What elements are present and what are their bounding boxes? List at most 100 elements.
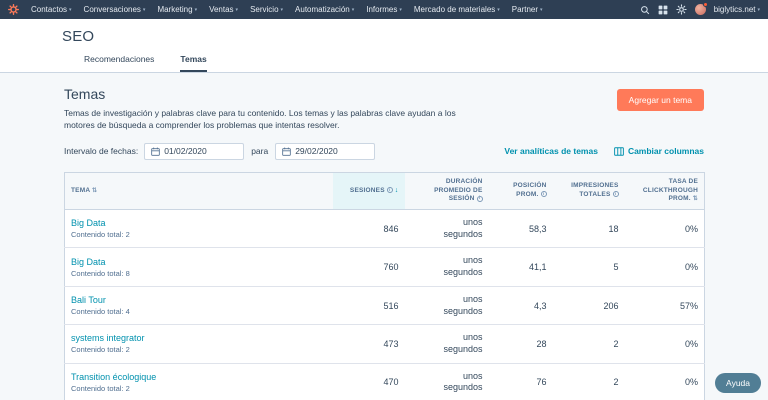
column-header-posicion[interactable]: POSICIÓN PROM. i <box>488 172 553 211</box>
date-range-label: Intervalo de fechas: <box>64 146 139 157</box>
top-navbar: Contactos ▾ Conversaciones ▾ Marketing ▾ Ve… <box>0 0 768 19</box>
tab-bar: Recomendaciones Temas <box>0 54 768 72</box>
ctr-value: 0% <box>624 324 705 364</box>
nav-item-mercado-de-materiales[interactable]: Mercado de materiales ▾ <box>408 5 506 14</box>
ctr-value: 57% <box>624 285 705 325</box>
page-header: SEO Recomendaciones Temas <box>0 19 768 73</box>
position-value: 4,3 <box>488 285 553 325</box>
topics-table: TEMA ⇅ SESIONES i ↓ DURACIÓN PROMEDIO DE… <box>64 171 705 400</box>
hubspot-logo-icon[interactable] <box>8 4 19 15</box>
chevron-down-icon: ▾ <box>757 6 760 13</box>
info-icon: i <box>612 191 619 198</box>
page-title: SEO <box>62 28 95 45</box>
chevron-down-icon: ▾ <box>497 6 500 13</box>
marketplace-grid-icon[interactable] <box>658 5 668 15</box>
change-columns-link[interactable]: Cambiar columnas <box>614 146 704 156</box>
nav-item-contactos[interactable]: Contactos ▾ <box>25 5 78 14</box>
ctr-value: 0% <box>624 247 705 287</box>
chevron-down-icon: ▾ <box>540 6 543 13</box>
notification-badge <box>702 2 708 7</box>
sessions-value: 473 <box>332 324 405 364</box>
chevron-down-icon: ▾ <box>235 6 239 13</box>
topic-link[interactable]: Bali Tour <box>71 295 106 305</box>
sort-desc-icon: ↓ <box>394 187 399 195</box>
duration-value: unos segundos <box>443 217 483 239</box>
info-icon: i <box>540 191 547 198</box>
nav-item-partner[interactable]: Partner ▾ <box>506 5 549 14</box>
chevron-down-icon: ▾ <box>142 6 146 13</box>
account-menu[interactable]: biglytics.net ▾ <box>714 5 760 14</box>
tab-temas[interactable]: Temas <box>180 54 207 72</box>
topic-link[interactable]: Big Data <box>71 218 106 228</box>
topic-link[interactable]: systems integrator <box>71 333 145 343</box>
sort-icon: ⇅ <box>92 187 98 194</box>
topic-meta: Contenido total: 8 <box>71 268 130 278</box>
position-value: 58,3 <box>528 223 547 234</box>
chevron-down-icon: ▾ <box>351 6 355 13</box>
column-header-duracion[interactable]: DURACIÓN PROMEDIO DE SESIÓN i <box>404 172 489 211</box>
column-header-tema[interactable]: TEMA ⇅ <box>64 172 333 211</box>
impressions-value: 2 <box>552 362 625 400</box>
table-row: Bali Tour Contenido total: 4 516 unos seg… <box>64 285 705 325</box>
calendar-icon <box>151 147 160 156</box>
table-row: Transition écologique Contenido total: 2 … <box>64 362 705 400</box>
user-avatar[interactable] <box>694 2 708 15</box>
position-value: 28 <box>488 324 553 364</box>
date-separator-label: para <box>251 146 269 157</box>
column-header-tasa-clickthrough[interactable]: TASA DE CLICKTHROUGH PROM. ⇅ <box>624 172 705 211</box>
search-icon[interactable] <box>640 5 650 15</box>
impressions-value: 18 <box>608 223 619 234</box>
topic-meta: Contenido total: 2 <box>71 383 130 393</box>
column-header-sesiones[interactable]: SESIONES i ↓ <box>332 172 405 211</box>
section-description: Temas de investigación y palabras clave … <box>64 108 456 130</box>
help-button[interactable]: Ayuda <box>715 373 761 393</box>
ctr-value: 0% <box>684 223 698 234</box>
add-topic-button[interactable]: Agregar un tema <box>616 89 704 111</box>
chevron-down-icon: ▾ <box>69 6 72 13</box>
view-topic-analytics-link[interactable]: Ver analíticas de temas <box>504 146 598 156</box>
table-row: Big Data Contenido total: 8 760 unos segu… <box>64 247 705 287</box>
nav-item-ventas[interactable]: Ventas ▾ <box>203 5 244 14</box>
table-row: systems integrator Contenido total: 2 473… <box>64 324 705 364</box>
info-icon: i <box>476 195 483 202</box>
duration-value: unos segundos <box>443 293 483 316</box>
position-value: 41,1 <box>488 247 553 287</box>
date-start-input[interactable]: 01/02/2020 <box>144 142 245 160</box>
calendar-icon <box>282 147 291 156</box>
nav-item-marketing[interactable]: Marketing ▾ <box>151 5 203 14</box>
sessions-value: 470 <box>332 362 405 400</box>
ctr-value: 0% <box>624 362 705 400</box>
table-row: Big Data Contenido total: 2 846 unos segu… <box>65 210 705 248</box>
impressions-value: 5 <box>552 247 625 287</box>
duration-value: unos segundos <box>443 255 483 278</box>
chevron-down-icon: ▾ <box>399 6 402 13</box>
nav-item-automatizacion[interactable]: Automatización ▾ <box>289 5 360 14</box>
sessions-value: 760 <box>332 247 405 287</box>
table-header-row: TEMA ⇅ SESIONES i ↓ DURACIÓN PROMEDIO DE… <box>64 172 705 211</box>
filter-row: Intervalo de fechas: 01/02/2020 para 29/… <box>64 142 704 160</box>
impressions-value: 206 <box>552 285 625 325</box>
sessions-value: 516 <box>332 285 405 325</box>
topic-meta: Contenido total: 2 <box>71 345 130 355</box>
nav-item-conversaciones[interactable]: Conversaciones ▾ <box>78 5 152 14</box>
date-end-input[interactable]: 29/02/2020 <box>275 142 376 160</box>
duration-value: unos segundos <box>443 370 483 393</box>
main-content: Temas Temas de investigación y palabras … <box>0 73 768 400</box>
topic-link[interactable]: Transition écologique <box>71 372 156 382</box>
nav-item-informes[interactable]: Informes ▾ <box>360 5 408 14</box>
duration-value: unos segundos <box>443 332 483 354</box>
topic-link[interactable]: Big Data <box>71 257 106 267</box>
columns-icon <box>614 147 624 156</box>
section-title: Temas <box>64 86 106 102</box>
column-header-impresiones[interactable]: IMPRESIONES TOTALES i <box>552 172 625 211</box>
chevron-down-icon: ▾ <box>280 6 284 13</box>
nav-item-servicio[interactable]: Servicio ▾ <box>244 5 289 14</box>
info-icon: i <box>386 187 393 194</box>
chevron-down-icon: ▾ <box>194 6 198 13</box>
topic-meta: Contenido total: 2 <box>71 230 130 240</box>
settings-gear-icon[interactable] <box>676 4 687 15</box>
position-value: 76 <box>488 362 553 400</box>
tab-recomendaciones[interactable]: Recomendaciones <box>84 54 154 72</box>
topic-meta: Contenido total: 4 <box>71 307 130 317</box>
sort-icon: ⇅ <box>692 196 698 203</box>
